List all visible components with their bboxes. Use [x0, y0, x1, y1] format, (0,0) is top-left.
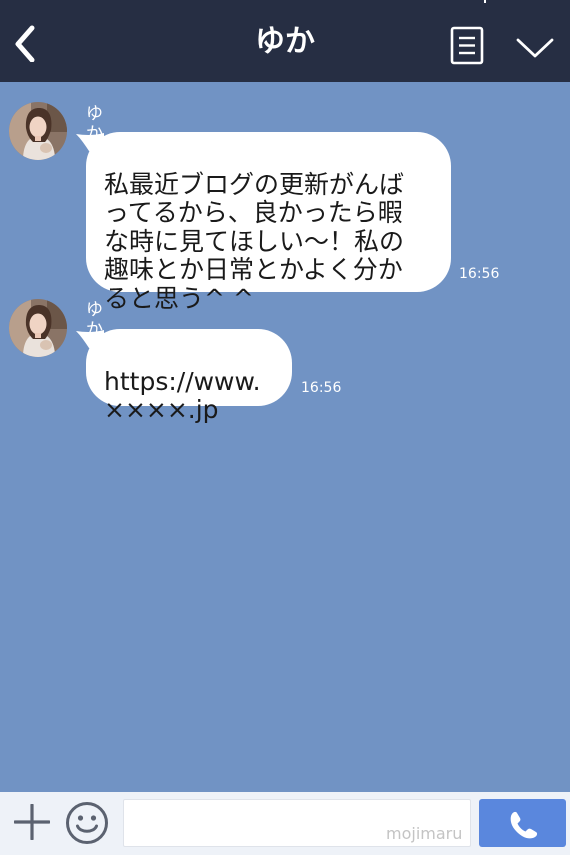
status-indicator [484, 0, 486, 3]
avatar[interactable] [9, 102, 67, 160]
chat-screen: ゆか ゆか 私最近ブログの更新がんば ってるから、良かったら暇 な時に見てほしい… [0, 0, 570, 855]
chevron-down-icon [516, 38, 554, 58]
plus-icon [13, 803, 51, 841]
message-text: 私最近ブログの更新がんば ってるから、良かったら暇 な時に見てほしい〜！私の 趣… [104, 169, 405, 313]
message-time: 16:56 [301, 380, 342, 396]
chat-header: ゆか [0, 0, 570, 82]
dropdown-button[interactable] [514, 30, 556, 64]
message-input[interactable] [123, 799, 471, 847]
profile-photo-icon [9, 299, 67, 357]
link-text[interactable]: https://www. ××××.jp [104, 367, 261, 425]
call-button[interactable] [479, 799, 566, 847]
input-bar: mojimaru [0, 792, 570, 855]
chevron-left-icon [15, 25, 35, 63]
link-bubble[interactable]: https://www. ××××.jp [86, 329, 292, 424]
attach-button[interactable] [13, 803, 51, 841]
phone-icon [510, 811, 538, 839]
smiley-icon [66, 802, 108, 844]
menu-button[interactable] [449, 26, 485, 66]
profile-photo-icon [9, 102, 67, 160]
back-button[interactable] [8, 22, 44, 63]
message-bubble[interactable]: 私最近ブログの更新がんば ってるから、良かったら暇 な時に見てほしい〜！私の 趣… [86, 132, 451, 312]
avatar[interactable] [9, 299, 67, 357]
message-time: 16:56 [459, 266, 500, 282]
list-icon [450, 26, 484, 65]
emoji-button[interactable] [65, 801, 109, 845]
